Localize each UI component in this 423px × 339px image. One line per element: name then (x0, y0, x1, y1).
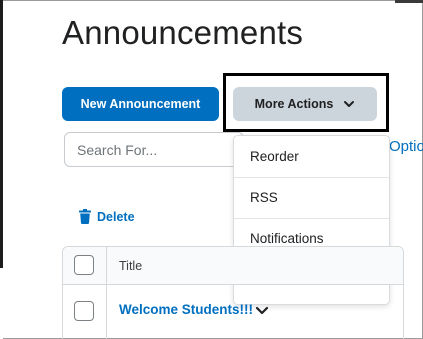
chevron-down-icon[interactable] (255, 305, 269, 317)
menu-item-rss[interactable]: RSS (234, 177, 389, 218)
window-edge-lower (0, 268, 3, 339)
select-all-checkbox[interactable] (74, 255, 94, 275)
window-edge (0, 0, 3, 268)
more-actions-button[interactable]: More Actions (233, 87, 377, 121)
new-announcement-button[interactable]: New Announcement (62, 87, 219, 121)
menu-item-reorder[interactable]: Reorder (234, 136, 389, 177)
search-input[interactable]: Search For... (64, 132, 244, 167)
delete-button[interactable]: Delete (79, 209, 135, 224)
column-header-title: Title (119, 259, 143, 273)
column-divider (106, 247, 107, 339)
table-header (63, 247, 403, 285)
search-placeholder: Search For... (77, 141, 158, 158)
announcement-title-link[interactable]: Welcome Students!!! (119, 302, 253, 317)
more-actions-label: More Actions (254, 97, 334, 111)
announcements-table: Title Welcome Students!!! (62, 246, 404, 339)
delete-label: Delete (97, 209, 135, 224)
search-options-link[interactable]: Optio (389, 138, 423, 155)
page-title: Announcements (62, 14, 304, 51)
trash-icon (79, 209, 91, 224)
window-edge-top (395, 0, 423, 3)
row-checkbox[interactable] (74, 301, 94, 321)
chevron-down-icon (344, 101, 355, 107)
